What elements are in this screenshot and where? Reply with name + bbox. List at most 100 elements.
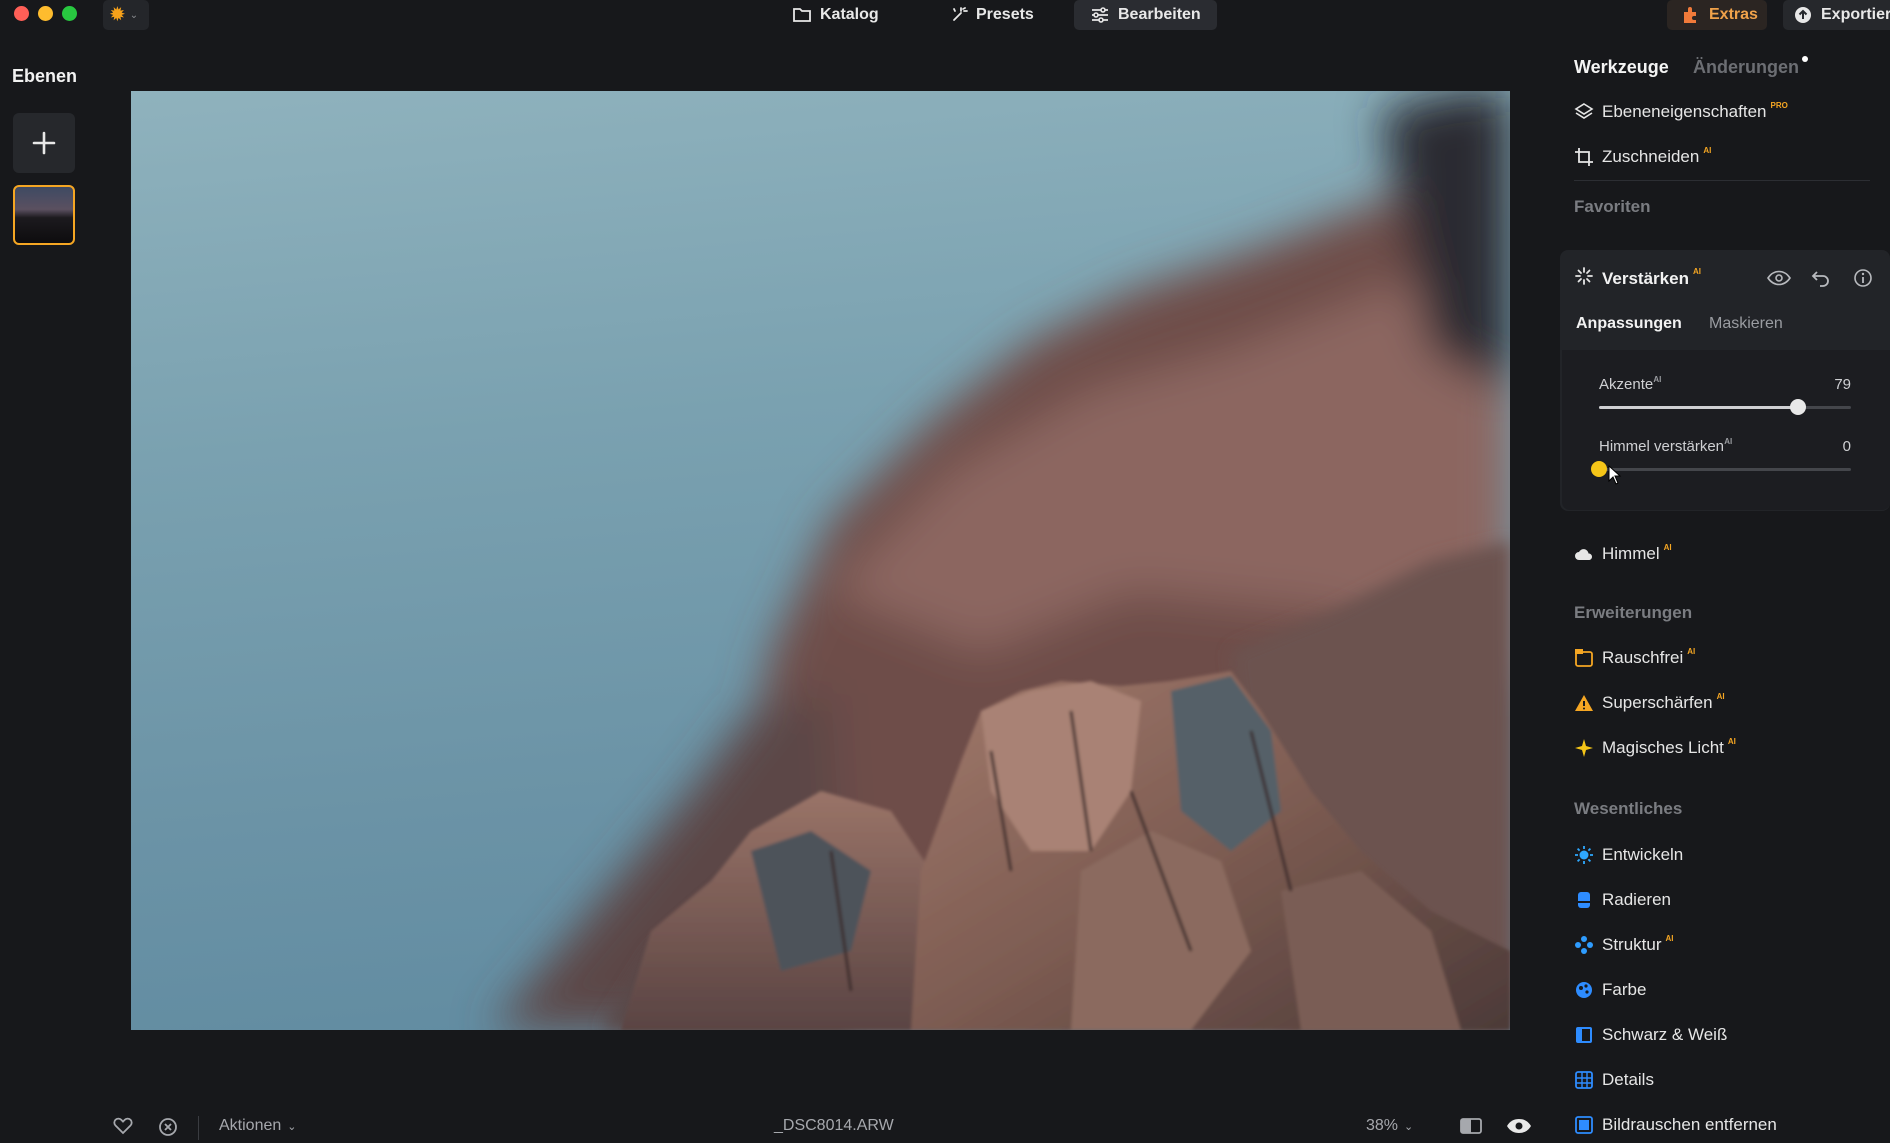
tab-presets[interactable]: Presets	[934, 0, 1050, 30]
tool-black-white[interactable]: Schwarz & Weiß	[1574, 1025, 1727, 1045]
adjustments-area	[1562, 350, 1890, 510]
tab-werkzeuge[interactable]: Werkzeuge	[1574, 57, 1669, 78]
accent-slider[interactable]	[1599, 399, 1851, 415]
filename-label: _DSC8014.ARW	[774, 1117, 894, 1134]
sun-icon	[1574, 845, 1594, 865]
mouse-cursor-icon	[1608, 465, 1622, 485]
tool-magic-light[interactable]: Magisches Licht AI	[1574, 736, 1736, 758]
eye-icon	[1767, 270, 1791, 286]
crop-icon	[1574, 147, 1594, 167]
visibility-toggle[interactable]	[1767, 266, 1791, 290]
tool-layer-properties[interactable]: Ebeneneigenschaften PRO	[1574, 101, 1788, 122]
color-icon	[1574, 980, 1594, 1000]
enhance-sparkle-icon	[1574, 266, 1594, 291]
zoom-dropdown[interactable]: 38% ⌄	[1366, 1117, 1413, 1135]
tool-details[interactable]: Details	[1574, 1070, 1654, 1090]
favorite-button[interactable]	[113, 1117, 133, 1135]
extensions-heading: Erweiterungen	[1574, 603, 1693, 622]
tool-structure[interactable]: Struktur AI	[1574, 934, 1674, 955]
changes-indicator-dot	[1802, 56, 1808, 62]
essentials-heading: Wesentliches	[1574, 799, 1683, 818]
tab-adjustments[interactable]: Anpassungen	[1576, 315, 1682, 333]
close-window-button[interactable]	[14, 6, 29, 21]
sun-logo-icon: ✹	[109, 4, 126, 26]
reset-button[interactable]	[1809, 266, 1833, 290]
sky-enhance-slider-label: Himmel verstärken AI	[1599, 437, 1733, 455]
actions-dropdown[interactable]: Aktionen ⌄	[219, 1117, 296, 1135]
ai-badge: AI	[1692, 267, 1701, 276]
divider	[1574, 180, 1870, 181]
magic-light-icon	[1574, 738, 1594, 758]
tab-presets-label: Presets	[976, 6, 1034, 23]
tool-erase[interactable]: Radieren	[1574, 890, 1671, 910]
tool-denoise[interactable]: Bildrauschen entfernen	[1574, 1115, 1777, 1135]
slider-fill	[1599, 406, 1799, 409]
denoise-icon	[1574, 1115, 1594, 1135]
tool-sky[interactable]: Himmel AI	[1574, 542, 1672, 564]
ai-badge: AI	[1663, 542, 1672, 552]
chevron-down-icon: ⌄	[287, 1120, 297, 1133]
maximize-window-button[interactable]	[62, 6, 77, 21]
tab-katalog[interactable]: Katalog	[776, 0, 895, 30]
heart-icon	[113, 1117, 133, 1135]
reject-button[interactable]	[158, 1117, 178, 1137]
actions-label: Aktionen	[219, 1117, 282, 1134]
eye-icon	[1507, 1119, 1531, 1133]
export-label: Exportiere	[1821, 6, 1890, 23]
enhance-title: Verstärken	[1602, 268, 1689, 288]
undo-icon	[1811, 271, 1829, 287]
ai-badge: AI	[1724, 437, 1733, 446]
chevron-down-icon: ⌄	[1404, 1120, 1414, 1133]
plus-icon	[32, 131, 56, 155]
tool-label: Ebeneneigenschaften	[1602, 102, 1767, 121]
layers-panel-title: Ebenen	[12, 66, 78, 86]
sliders-icon	[1092, 7, 1108, 23]
tab-masking[interactable]: Maskieren	[1709, 315, 1783, 333]
puzzle-icon	[1684, 7, 1696, 23]
slider-label-text: Akzente	[1599, 376, 1654, 393]
tool-label: Bildrauschen entfernen	[1602, 1115, 1777, 1134]
tool-supersharp[interactable]: Superschärfen AI	[1574, 691, 1725, 713]
sky-enhance-slider-value: 0	[1842, 438, 1851, 455]
layers-icon	[1574, 102, 1594, 122]
accent-slider-label: Akzente AI	[1599, 375, 1661, 393]
tool-crop[interactable]: Zuschneiden AI	[1574, 146, 1711, 167]
bottom-divider	[198, 1116, 199, 1140]
sparkle-icon	[953, 7, 968, 21]
chevron-down-icon: ⌄	[129, 9, 139, 21]
ai-badge: AI	[1716, 691, 1725, 701]
tool-label: Farbe	[1602, 980, 1647, 999]
zoom-value: 38%	[1366, 1117, 1399, 1134]
tool-noiseless[interactable]: Rauschfrei AI	[1574, 646, 1696, 668]
tab-bearbeiten[interactable]: Bearbeiten	[1074, 0, 1217, 30]
noiseless-icon	[1574, 648, 1594, 668]
supersharp-icon	[1574, 693, 1594, 713]
reject-icon	[159, 1118, 177, 1136]
export-button[interactable]: Exportiere	[1783, 0, 1890, 30]
photo-canvas[interactable]	[131, 91, 1510, 1030]
enhance-tool-header[interactable]: Verstärken AI	[1574, 266, 1701, 291]
info-button[interactable]	[1851, 266, 1875, 290]
ai-badge: AI	[1687, 646, 1696, 656]
slider-knob[interactable]	[1591, 461, 1607, 477]
layer-thumbnail[interactable]	[13, 185, 75, 245]
tool-develop[interactable]: Entwickeln	[1574, 845, 1683, 865]
tool-label: Schwarz & Weiß	[1602, 1025, 1728, 1044]
add-layer-button[interactable]	[13, 113, 75, 173]
compare-button[interactable]	[1459, 1117, 1483, 1135]
ai-badge: AI	[1727, 736, 1736, 746]
sky-enhance-slider[interactable]	[1591, 461, 1851, 477]
eraser-icon	[1574, 890, 1594, 910]
tool-label: Radieren	[1602, 890, 1671, 909]
tool-label: Zuschneiden	[1602, 147, 1700, 166]
extras-button[interactable]: Extras	[1667, 0, 1767, 30]
tab-aenderungen[interactable]: Änderungen	[1693, 57, 1799, 78]
photo-image	[491, 91, 1510, 1030]
preview-toggle-button[interactable]	[1506, 1117, 1532, 1135]
app-menu-button[interactable]: ✹ ⌄	[103, 0, 149, 30]
black-white-icon	[1574, 1025, 1594, 1045]
minimize-window-button[interactable]	[38, 6, 53, 21]
tab-bearbeiten-label: Bearbeiten	[1118, 6, 1201, 23]
tool-color[interactable]: Farbe	[1574, 980, 1646, 1000]
slider-knob[interactable]	[1790, 399, 1807, 415]
